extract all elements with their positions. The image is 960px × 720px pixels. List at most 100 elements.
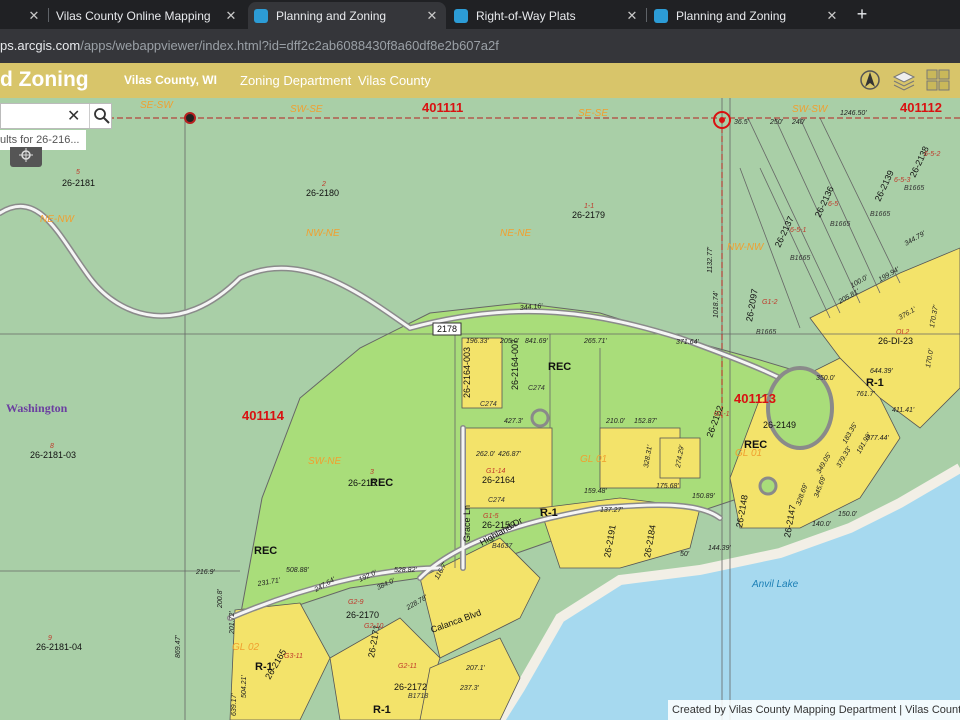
- zone-label: REC: [548, 361, 571, 373]
- plat-ref: B1665: [790, 255, 810, 262]
- header-link-zoning-department[interactable]: Zoning Department: [240, 73, 351, 88]
- road-shield-label: 2178: [437, 324, 457, 334]
- dim-label: 159.48': [584, 488, 607, 495]
- zone-label: R-1: [866, 377, 884, 389]
- dim-label: 508.88': [286, 567, 309, 574]
- lot-label: 2: [321, 181, 326, 188]
- dim-label: 644.39': [870, 368, 893, 375]
- dim-label: 426.87': [498, 451, 521, 458]
- lot-label: OL2: [896, 329, 909, 336]
- dim-label: 1018.74': [713, 291, 720, 318]
- plat-ref: C274: [488, 497, 505, 504]
- map-attribution: Created by Vilas County Mapping Departme…: [668, 700, 960, 720]
- dim-label: 200.8': [217, 588, 224, 609]
- dim-label: 1246.50': [840, 110, 867, 117]
- lot-label: G1-14: [486, 468, 506, 475]
- dim-label: 36.5': [734, 119, 750, 126]
- header-link-vilas-county[interactable]: Vilas County: [358, 73, 431, 88]
- lot-label: G1-5: [483, 513, 499, 520]
- parcel-id: 26-2164: [482, 475, 515, 485]
- close-tab-icon[interactable]: ✕: [624, 8, 640, 24]
- browser-tab-partial[interactable]: ✕: [0, 2, 48, 29]
- locate-tool-button[interactable]: [10, 147, 42, 167]
- url-text[interactable]: ps.arcgis.com/apps/webappviewer/index.ht…: [0, 38, 499, 53]
- dim-label: 639.17': [231, 693, 238, 716]
- search-box[interactable]: ✕: [0, 103, 112, 129]
- esri-icon: [254, 8, 268, 23]
- close-tab-icon[interactable]: ✕: [223, 8, 239, 24]
- dim-label: 240': [791, 119, 806, 126]
- plat-ref: B1665: [904, 185, 924, 192]
- app-title: d Zoning: [0, 68, 89, 91]
- lot-label: 8: [50, 443, 54, 450]
- map-view[interactable]: 2178 401111 401112 401113 401114 SE-SW S…: [0, 98, 960, 720]
- dim-label: 265.71': [583, 338, 607, 345]
- close-tab-icon[interactable]: ✕: [824, 8, 840, 24]
- address-bar[interactable]: ps.arcgis.com/apps/webappviewer/index.ht…: [0, 29, 960, 63]
- lot-label: G3-11: [284, 653, 303, 660]
- browser-tab-right-of-way-plats[interactable]: Right-of-Way Plats ✕: [448, 2, 646, 29]
- plat-ref: B1665: [870, 211, 890, 218]
- dim-label: 761.7': [856, 391, 876, 398]
- parcel-map[interactable]: 2178 401111 401112 401113 401114 SE-SW S…: [0, 98, 960, 720]
- dim-label: 140.0': [812, 521, 832, 528]
- parcel-id: 26-DI-23: [878, 336, 913, 346]
- lot-label: 3: [370, 469, 374, 476]
- lot-label: 6-5-1: [790, 227, 806, 234]
- parcel-id: 26-2172: [394, 682, 427, 692]
- browser-tab-online-mapping[interactable]: Vilas County Online Mapping ✕: [50, 2, 245, 114]
- lot-label: 6-5: [828, 201, 838, 208]
- dim-label: 411.41': [892, 407, 915, 414]
- dim-label: 100.0': [850, 274, 870, 290]
- dim-label: 150.89': [692, 493, 715, 500]
- quarter-label: SE-SW: [140, 100, 174, 111]
- org-name: Vilas County, WI: [124, 73, 217, 87]
- dim-label: 144.39': [708, 545, 731, 552]
- dim-label: 869.47': [175, 635, 182, 658]
- lot-label: G2-9: [348, 599, 364, 606]
- new-tab-button[interactable]: +: [852, 4, 872, 24]
- road-label: Grace Ln: [462, 505, 472, 542]
- parcel-id: 26-2164-007: [510, 339, 520, 390]
- plat-ref: C274: [480, 401, 497, 408]
- browser-tab-planning-zoning[interactable]: Planning and Zoning ✕: [648, 2, 846, 29]
- lot-label: 6-5-2: [924, 151, 940, 158]
- parcel-id: 26-2181: [62, 178, 95, 188]
- zone-label: R-1: [373, 704, 391, 716]
- quarter-label: SW-SW: [792, 104, 829, 115]
- north-arrow-icon[interactable]: [858, 69, 882, 91]
- section-corner-marker: [184, 112, 196, 124]
- locate-icon: [19, 148, 33, 162]
- esri-icon: [454, 8, 468, 23]
- dim-label: 841.69': [525, 338, 548, 345]
- section-label: 401114: [242, 408, 285, 423]
- parcel-id: 26-216: [348, 478, 376, 488]
- clear-search-icon[interactable]: ✕: [67, 106, 80, 126]
- plat-ref: B1665: [830, 221, 850, 228]
- close-tab-icon[interactable]: ✕: [26, 8, 42, 24]
- parcel-id: 26-2138: [908, 145, 931, 179]
- zone-label: REC: [254, 545, 277, 557]
- browser-tab-bar: ✕ Vilas County Online Mapping ✕ Planning…: [0, 0, 960, 114]
- parcel-id: 26-2180: [306, 188, 339, 198]
- lot-label: G2-10: [364, 623, 384, 630]
- browser-tab-planning-zoning-active[interactable]: Planning and Zoning ✕: [248, 2, 446, 29]
- zone-label: REC: [744, 439, 767, 451]
- dim-label: 150.0': [838, 511, 858, 518]
- dim-label: 350.0': [816, 375, 836, 382]
- dim-label: 1132.77': [707, 246, 714, 273]
- close-tab-icon[interactable]: ✕: [424, 8, 440, 24]
- dim-label: 50': [680, 551, 690, 558]
- dim-label: 201.72': [229, 611, 236, 635]
- township-label: Washington: [6, 401, 68, 415]
- dim-label: 344.79': [904, 230, 928, 248]
- layer-list-icon[interactable]: [892, 69, 916, 91]
- search-icon[interactable]: [89, 104, 114, 128]
- plat-ref: B4637: [492, 543, 513, 550]
- dim-label: 262.0': [475, 451, 496, 458]
- dim-label: 250': [769, 119, 784, 126]
- cul-de-sac-south: [758, 476, 778, 496]
- dim-label: 137.27': [600, 507, 623, 514]
- basemap-gallery-icon[interactable]: [926, 69, 950, 91]
- quarter-label: NE-NW: [40, 214, 75, 225]
